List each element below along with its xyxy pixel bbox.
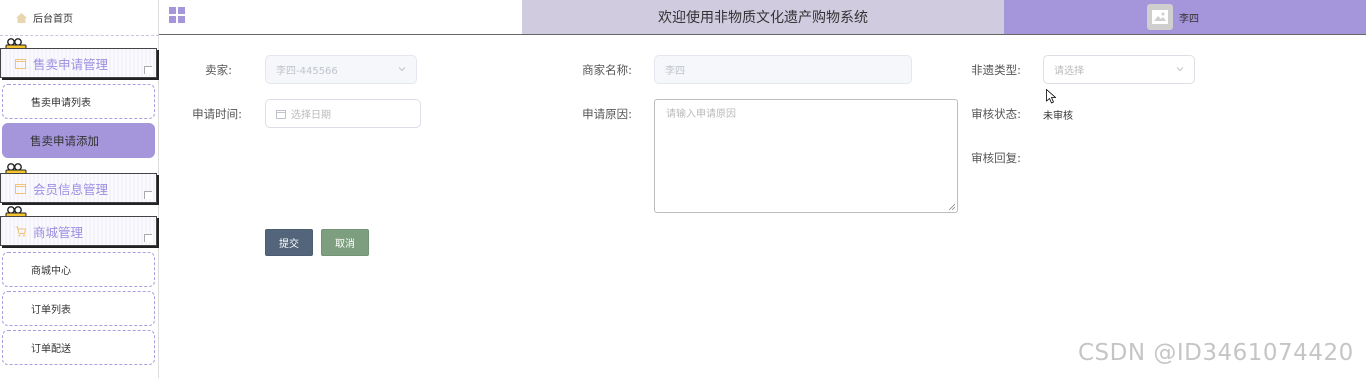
heritage-type-label: 非遗类型: [971,63,1021,77]
seller-select: 李四-445566 [265,55,417,84]
cancel-button[interactable]: 取消 [321,229,369,256]
chevron-down-icon [398,67,406,72]
sidebar-group-label: 会员信息管理 [33,181,109,197]
sidebar-item-mall-center[interactable]: 商城中心 [2,252,155,287]
folder-icon [15,58,26,69]
menu-grid-icon[interactable] [169,7,185,23]
review-status-label: 审核状态: [971,107,1021,121]
sidebar-item-sell-add[interactable]: 售卖申请添加 [2,123,155,158]
watermark: CSDN @ID3461074420 [1078,340,1354,366]
apply-time-datepicker[interactable]: 选择日期 [265,99,421,128]
page-fold-icon [144,234,152,242]
chevron-down-icon [1176,67,1184,72]
merchant-name-value: 李四 [665,66,685,77]
sidebar-group-label: 售卖申请管理 [33,56,109,72]
sidebar-item-label: 商城中心 [31,266,71,277]
merchant-name-field: 李四 [654,55,912,84]
sidebar-group-sell-application[interactable]: 售卖申请管理 [0,48,157,78]
sidebar-item-order-delivery[interactable]: 订单配送 [2,330,155,365]
page-title: 欢迎使用非物质文化遗产购物系统 [522,0,1004,34]
mouse-cursor-icon [1046,89,1056,104]
apply-time-placeholder: 选择日期 [291,110,331,121]
heritage-type-placeholder: 请选择 [1054,66,1084,77]
image-icon [1152,10,1168,24]
reason-textarea[interactable]: 请输入申请原因 [654,99,958,213]
sidebar-item-order-list[interactable]: 订单列表 [2,291,155,326]
review-status-value: 未审核 [1043,111,1073,122]
folder-icon [15,183,26,194]
user-menu[interactable]: 李四 [1004,0,1366,34]
sidebar-group-mall[interactable]: 商城管理 [0,216,157,246]
resize-handle-icon[interactable] [948,203,955,210]
sidebar: 后台首页 售卖申请管理 售卖申请列表 售卖申请添加 会员信息管理 商城管理 商城… [0,0,159,378]
review-reply-label: 审核回复: [971,151,1021,165]
sidebar-item-home[interactable]: 后台首页 [0,0,159,36]
page-fold-icon [144,66,152,74]
header-title-text: 欢迎使用非物质文化遗产购物系统 [658,10,868,26]
sidebar-item-label: 订单配送 [31,344,71,355]
cancel-button-label: 取消 [335,239,355,250]
apply-time-label: 申请时间: [192,107,242,121]
merchant-name-label: 商家名称: [582,63,632,77]
user-name: 李四 [1179,13,1199,25]
seller-label: 卖家: [205,63,232,77]
sidebar-item-label: 售卖申请列表 [31,98,91,109]
page-fold-icon [144,191,152,199]
submit-button-label: 提交 [279,239,299,250]
sidebar-item-sell-list[interactable]: 售卖申请列表 [2,84,155,119]
sidebar-item-label: 后台首页 [33,14,73,25]
reason-label: 申请原因: [582,107,632,121]
sidebar-item-label: 售卖申请添加 [30,133,99,148]
calendar-icon [276,109,286,119]
top-header: 欢迎使用非物质文化遗产购物系统 李四 [159,0,1366,35]
seller-value: 李四-445566 [276,66,338,77]
sidebar-item-label: 订单列表 [31,305,71,316]
submit-button[interactable]: 提交 [265,229,313,256]
cart-icon [15,226,26,236]
heritage-type-select[interactable]: 请选择 [1043,55,1195,84]
avatar[interactable] [1147,4,1173,30]
home-icon [16,12,27,23]
reason-placeholder: 请输入申请原因 [666,109,736,120]
sidebar-group-member-info[interactable]: 会员信息管理 [0,173,157,203]
sidebar-group-label: 商城管理 [33,224,84,240]
